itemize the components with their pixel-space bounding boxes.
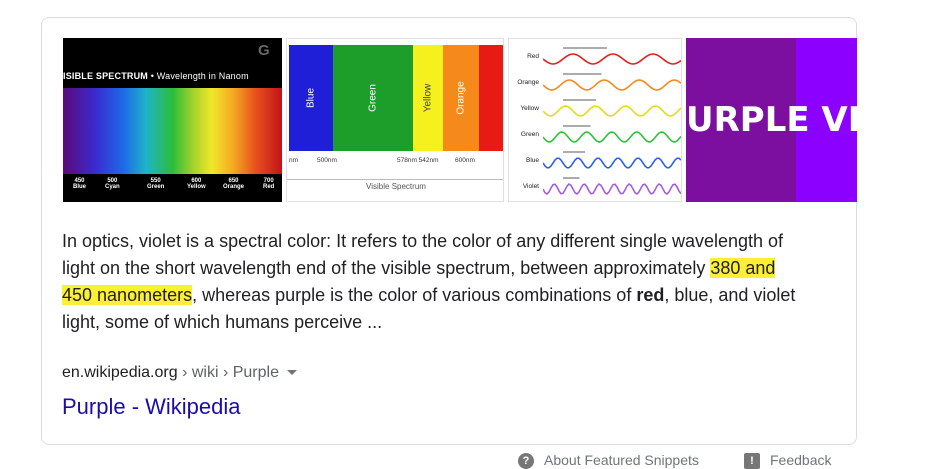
- image-strip: G ISIBLE SPECTRUM • Wavelength in Nanom …: [63, 38, 857, 202]
- spectrum-ticks: 450 Blue 500 Cyan 550 Green 600 Yellow 650 Or…: [63, 178, 282, 200]
- feedback-icon: !: [744, 453, 760, 469]
- tick: 650 Orange: [223, 178, 245, 190]
- wave-line: [543, 73, 681, 91]
- bar-orange: Orange: [443, 45, 479, 151]
- wave-label: Orange: [517, 79, 539, 86]
- wave-label: Yellow: [520, 105, 539, 112]
- wave-line: [543, 99, 681, 117]
- tick: 600 Yellow: [187, 178, 206, 190]
- image-color-bars[interactable]: Blue Green Yellow Orange nm 500nm 578nm …: [286, 38, 504, 202]
- image-visible-spectrum[interactable]: G ISIBLE SPECTRUM • Wavelength in Nanom …: [63, 38, 282, 202]
- purple-violet-text: URPLE VIC: [686, 100, 857, 140]
- wave-line: [543, 151, 681, 169]
- source-breadcrumb: en.wikipedia.org › wiki › Purple: [62, 364, 297, 382]
- wave-label: Red: [527, 53, 539, 60]
- image-wavelengths[interactable]: Red Orange Yellow Green Blue Violet: [508, 38, 682, 202]
- wave-line: [543, 177, 681, 195]
- tick: 550 Green: [147, 178, 165, 190]
- bars-caption: Visible Spectrum: [287, 179, 503, 191]
- tick: 450 Blue: [73, 178, 87, 190]
- feedback-button[interactable]: ! Feedback: [744, 452, 831, 469]
- wave-row: Violet: [509, 173, 681, 199]
- bar-red: [479, 45, 503, 151]
- image-purple-violet[interactable]: URPLE VIC: [686, 38, 857, 202]
- tick: 500 Cyan: [105, 178, 120, 190]
- logo-icon: G: [258, 42, 270, 59]
- wave-row: Red: [509, 43, 681, 69]
- help-icon: ?: [518, 453, 534, 469]
- wave-row: Yellow: [509, 95, 681, 121]
- spectrum-gradient: [63, 88, 282, 174]
- wave-line: [543, 47, 681, 65]
- wave-row: Blue: [509, 147, 681, 173]
- chevron-down-icon[interactable]: [286, 370, 297, 376]
- result-title-link[interactable]: Purple - Wikipedia: [62, 394, 241, 420]
- source-domain: en.wikipedia.org: [62, 364, 178, 381]
- wave-row: Green: [509, 121, 681, 147]
- spectrum-title: ISIBLE SPECTRUM • Wavelength in Nanom: [63, 71, 249, 81]
- snippet-bold: red: [636, 285, 665, 305]
- bar-yellow: Yellow: [413, 45, 443, 151]
- wave-label: Green: [520, 131, 539, 138]
- bar-blue: Blue: [289, 45, 333, 151]
- tick: 700 Red: [263, 178, 275, 190]
- wave-line: [543, 125, 681, 143]
- source-path: › wiki › Purple: [177, 364, 279, 381]
- snippet-text: In optics, violet is a spectral color: I…: [62, 231, 796, 332]
- wave-label: Blue: [525, 157, 539, 164]
- wave-row: Orange: [509, 69, 681, 95]
- wave-label: Violet: [522, 183, 539, 190]
- bar-green: Green: [333, 45, 413, 151]
- about-featured-snippets[interactable]: ? About Featured Snippets: [518, 452, 699, 469]
